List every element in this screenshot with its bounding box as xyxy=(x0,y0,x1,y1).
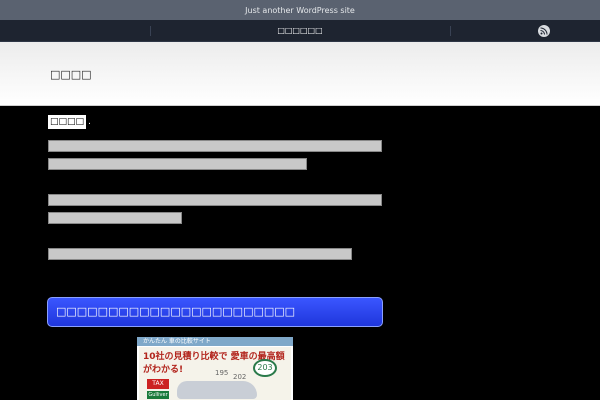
post-text-line xyxy=(48,158,307,170)
nav-item-home[interactable]: □□□□□□ xyxy=(260,20,340,42)
nav-separator xyxy=(450,26,451,36)
nav-separator xyxy=(150,26,151,36)
tax-logo: TAX xyxy=(147,379,169,389)
banner-price-highlight: 203 xyxy=(253,359,277,377)
page-title: □□□□ xyxy=(50,68,92,81)
gulliver-logo: Gulliver xyxy=(147,391,169,399)
banner-price: 195 xyxy=(215,369,229,377)
site-tagline-bar: Just another WordPress site xyxy=(0,0,600,20)
car-appraisal-banner[interactable]: かんたん 車の比較サイト 10社の見積り比較で 愛車の最高額がわかる! 195 … xyxy=(137,337,293,400)
main-navigation: □□□□□□ xyxy=(0,20,600,42)
post-text-line xyxy=(48,212,182,224)
rss-icon[interactable] xyxy=(538,25,550,37)
banner-strip-text: かんたん 車の比較サイト xyxy=(143,338,211,345)
post-text-line xyxy=(48,248,352,260)
post-text-line xyxy=(48,194,382,206)
banner-strip: かんたん 車の比較サイト xyxy=(137,337,293,346)
site-tagline: Just another WordPress site xyxy=(245,6,355,15)
post-title: □□□□ xyxy=(48,115,91,129)
banner-price: 202 xyxy=(233,373,247,381)
post-text-line xyxy=(48,140,382,152)
page-header: □□□□ xyxy=(0,42,600,106)
ad-heading[interactable]: □□□□□□□□□□□□□□□□□□□□□□□ xyxy=(47,297,383,327)
car-image xyxy=(177,381,257,399)
